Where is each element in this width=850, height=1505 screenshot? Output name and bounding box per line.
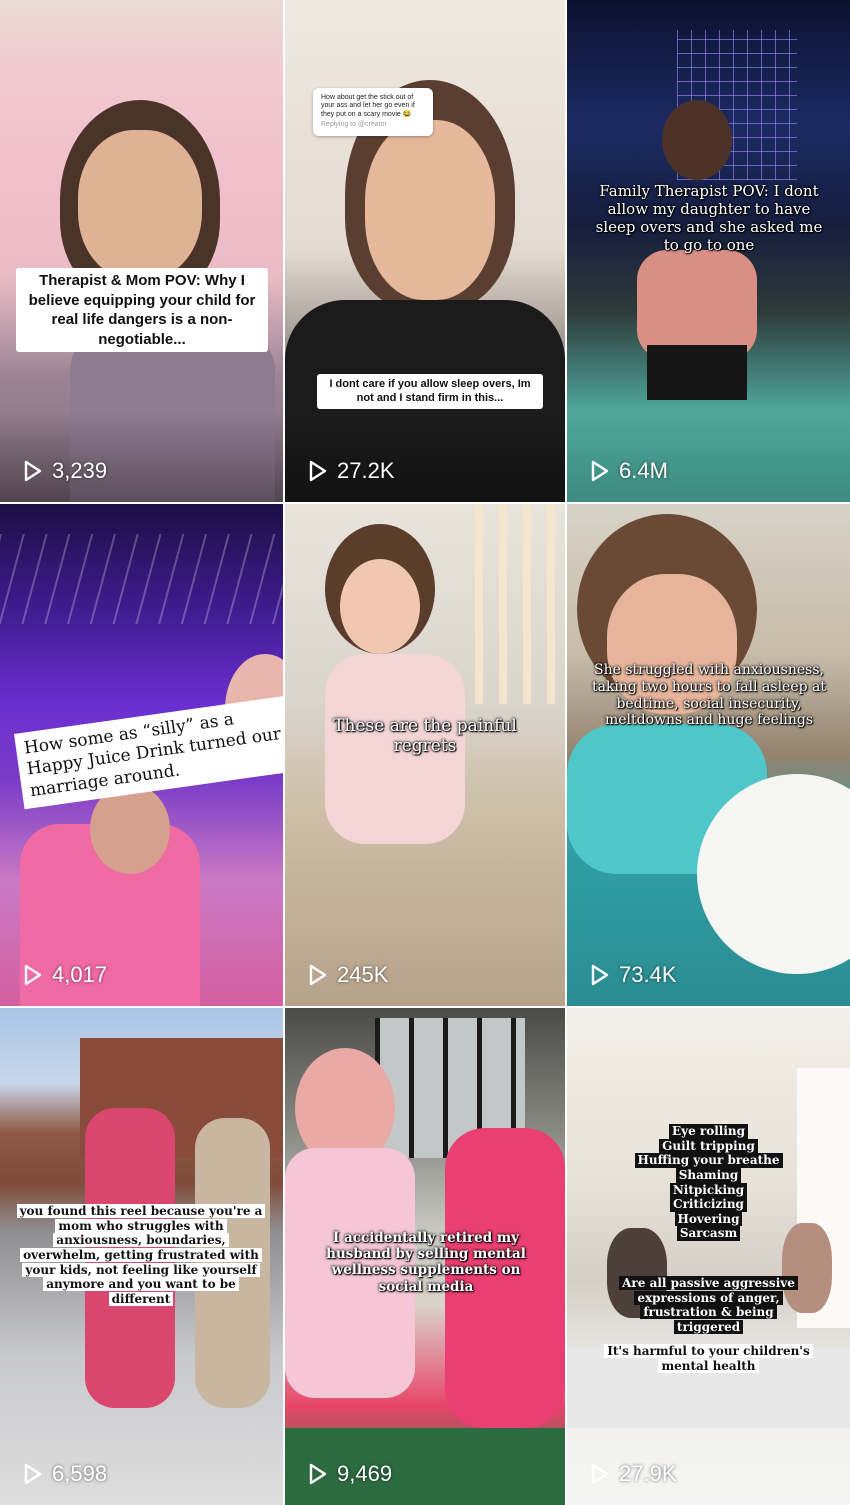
reel-tile-6[interactable]: She struggled with anxiousness, taking t… xyxy=(567,504,850,1006)
play-icon xyxy=(591,1463,609,1485)
reel-thumbnail-person xyxy=(662,100,732,180)
reel-tile-7[interactable]: you found this reel because you're a mom… xyxy=(0,1008,283,1505)
reel-tile-1[interactable]: Therapist & Mom POV: Why I believe equip… xyxy=(0,0,283,502)
reel-caption: Eye rolling Guilt tripping Huffing your … xyxy=(607,1124,810,1241)
view-count-text: 4,017 xyxy=(52,962,108,987)
reply-comment-text: How about get the stick out of your ass … xyxy=(321,94,415,118)
play-icon xyxy=(24,460,42,482)
reel-tile-4[interactable]: How some as “silly” as a Happy Juice Dri… xyxy=(0,504,283,1006)
view-count: 245K xyxy=(305,962,388,988)
view-count-text: 6,598 xyxy=(52,1461,108,1486)
reel-caption: I accidentally retired my husband by sel… xyxy=(326,1230,526,1295)
view-count-text: 9,469 xyxy=(337,1461,393,1486)
view-count-text: 27.2K xyxy=(337,458,395,483)
play-icon xyxy=(309,1463,327,1485)
reel-tile-2[interactable]: How about get the stick out of your ass … xyxy=(285,0,565,502)
reply-comment-bubble: How about get the stick out of your ass … xyxy=(313,88,433,136)
view-count: 4,017 xyxy=(20,962,107,988)
reel-caption-secondary: Are all passive aggressive expressions o… xyxy=(607,1276,810,1335)
play-icon xyxy=(591,964,609,986)
play-icon xyxy=(309,964,327,986)
view-count: 27.9K xyxy=(587,1461,677,1487)
reel-caption-tertiary: It's harmful to your children's mental h… xyxy=(595,1344,822,1373)
play-icon xyxy=(309,460,327,482)
view-count-text: 245K xyxy=(337,962,389,987)
reels-grid: Therapist & Mom POV: Why I believe equip… xyxy=(0,0,850,1505)
view-count: 6.4M xyxy=(587,458,668,484)
view-count-text: 73.4K xyxy=(619,962,677,987)
reel-caption: I dont care if you allow sleep overs, Im… xyxy=(317,374,543,409)
reply-comment-meta: Replying to @creator xyxy=(321,121,387,129)
reel-tile-9[interactable]: Eye rolling Guilt tripping Huffing your … xyxy=(567,1008,850,1505)
view-count: 73.4K xyxy=(587,962,677,988)
reel-caption: Therapist & Mom POV: Why I believe equip… xyxy=(16,268,268,352)
play-icon xyxy=(591,460,609,482)
reel-caption: These are the painful regrets xyxy=(333,716,517,757)
reel-tile-5[interactable]: These are the painful regrets 245K xyxy=(285,504,565,1006)
play-icon xyxy=(24,1463,42,1485)
view-count-text: 6.4M xyxy=(619,458,668,483)
reel-caption: you found this reel because you're a mom… xyxy=(16,1204,266,1306)
reel-tile-8[interactable]: I accidentally retired my husband by sel… xyxy=(285,1008,565,1505)
view-count: 27.2K xyxy=(305,458,395,484)
reel-tile-3[interactable]: Family Therapist POV: I dont allow my da… xyxy=(567,0,850,502)
play-icon xyxy=(24,964,42,986)
view-count: 9,469 xyxy=(305,1461,392,1487)
reel-caption: She struggled with anxiousness, taking t… xyxy=(591,662,827,729)
view-count-text: 27.9K xyxy=(619,1461,677,1486)
view-count-text: 3,239 xyxy=(52,458,108,483)
reel-caption: Family Therapist POV: I dont allow my da… xyxy=(595,182,823,254)
view-count: 3,239 xyxy=(20,458,107,484)
view-count: 6,598 xyxy=(20,1461,107,1487)
